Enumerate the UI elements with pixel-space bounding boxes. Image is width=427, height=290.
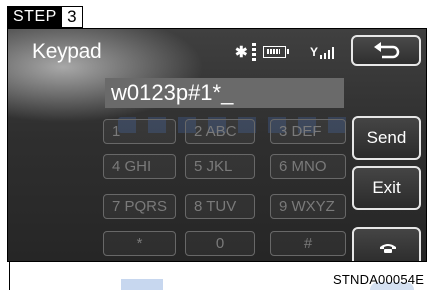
key-8[interactable]: 8 TUV bbox=[185, 194, 255, 219]
send-button[interactable]: Send bbox=[352, 116, 421, 160]
key-6[interactable]: 6 MNO bbox=[270, 154, 346, 179]
key-5[interactable]: 5 JKL bbox=[185, 154, 255, 179]
figure-edge-line bbox=[9, 262, 10, 290]
figure-code: STNDA00054E bbox=[333, 272, 425, 287]
decorative-shape bbox=[121, 279, 163, 290]
battery-icon bbox=[263, 46, 289, 58]
step-badge: STEP 3 bbox=[7, 6, 83, 28]
back-arrow-icon bbox=[374, 42, 400, 59]
key-4[interactable]: 4 GHI bbox=[103, 154, 176, 179]
back-button[interactable] bbox=[351, 35, 421, 66]
phone-icon bbox=[380, 244, 396, 253]
key-9[interactable]: 9 WXYZ bbox=[270, 194, 346, 219]
signal-strength-icon: Y bbox=[310, 46, 336, 60]
key-star[interactable]: * bbox=[103, 231, 176, 256]
keypad-screen: Keypad ✱ Y w0123p#1*_ 1 2 ABC 3 DEF 4 GH… bbox=[7, 28, 427, 262]
exit-button[interactable]: Exit bbox=[352, 166, 421, 210]
bluetooth-level-icon bbox=[252, 43, 256, 63]
dialed-number-field[interactable]: w0123p#1*_ bbox=[105, 78, 344, 108]
key-0[interactable]: 0 bbox=[185, 231, 255, 256]
key-2[interactable]: 2 ABC bbox=[185, 119, 255, 144]
key-3[interactable]: 3 DEF bbox=[270, 119, 346, 144]
key-hash[interactable]: # bbox=[270, 231, 346, 256]
key-1[interactable]: 1 bbox=[103, 119, 176, 144]
step-number: 3 bbox=[61, 7, 82, 27]
call-button[interactable] bbox=[352, 227, 421, 261]
step-label: STEP bbox=[8, 7, 62, 27]
dialed-number-text: w0123p#1*_ bbox=[111, 80, 234, 105]
key-7[interactable]: 7 PQRS bbox=[103, 194, 176, 219]
screen-title: Keypad bbox=[32, 40, 102, 63]
bluetooth-icon: ✱ bbox=[235, 44, 248, 61]
